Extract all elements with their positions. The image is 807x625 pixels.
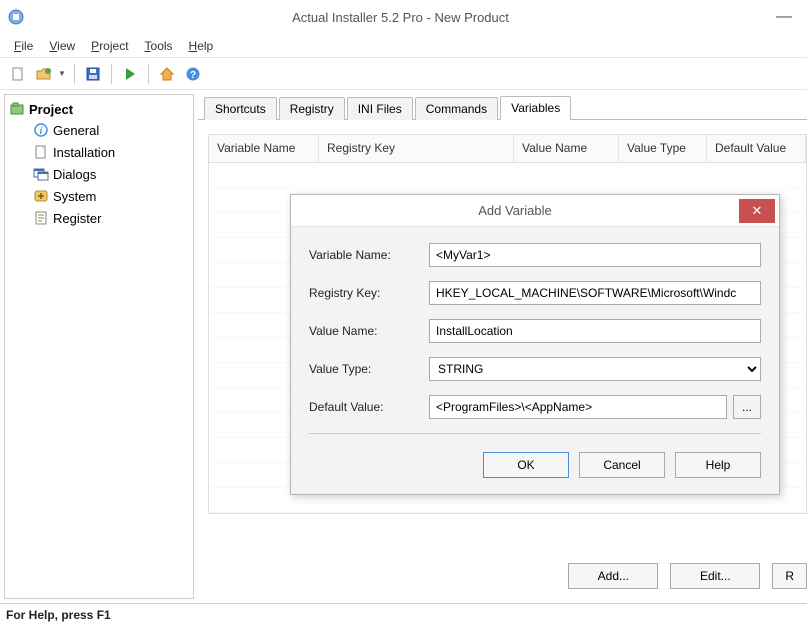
ok-button[interactable]: OK [483, 452, 569, 478]
info-icon: i [33, 122, 49, 138]
input-registry-key[interactable] [429, 281, 761, 305]
input-variable-name[interactable] [429, 243, 761, 267]
label-value-type: Value Type: [309, 362, 429, 376]
project-tree: Project i General Installation Dialogs S [4, 94, 194, 599]
col-value-name[interactable]: Value Name [514, 135, 619, 162]
run-button[interactable] [120, 64, 140, 84]
statusbar: For Help, press F1 [0, 603, 807, 625]
window-titlebar: Actual Installer 5.2 Pro - New Product — [0, 0, 807, 34]
tree-item-general[interactable]: i General [31, 119, 191, 141]
register-icon [33, 210, 49, 226]
label-default-value: Default Value: [309, 400, 429, 414]
menu-help[interactable]: Help [183, 37, 220, 55]
window-title: Actual Installer 5.2 Pro - New Product [32, 10, 769, 25]
grid-button-row: Add... Edit... R [568, 563, 807, 589]
select-value-type[interactable]: STRING [429, 357, 761, 381]
tab-commands[interactable]: Commands [415, 97, 498, 120]
app-icon [8, 9, 24, 25]
cancel-button[interactable]: Cancel [579, 452, 665, 478]
svg-text:?: ? [190, 70, 196, 81]
dialog-titlebar[interactable]: Add Variable ✕ [291, 195, 779, 227]
minimize-button[interactable]: — [769, 8, 799, 26]
tab-shortcuts[interactable]: Shortcuts [204, 97, 277, 120]
menu-file[interactable]: File [8, 37, 39, 55]
svg-text:i: i [40, 126, 43, 137]
open-dropdown-icon[interactable]: ▼ [58, 69, 66, 78]
help-button[interactable]: ? [183, 64, 203, 84]
dialog-separator [309, 433, 761, 434]
add-button[interactable]: Add... [568, 563, 658, 589]
toolbar-separator [148, 64, 149, 84]
home-button[interactable] [157, 64, 177, 84]
tab-registry[interactable]: Registry [279, 97, 345, 120]
close-icon[interactable]: ✕ [739, 199, 775, 223]
label-value-name: Value Name: [309, 324, 429, 338]
project-icon [9, 101, 25, 117]
col-value-type[interactable]: Value Type [619, 135, 707, 162]
open-button[interactable] [34, 64, 54, 84]
dialog-title: Add Variable [291, 203, 739, 218]
toolbar: ▼ ? [0, 58, 807, 90]
input-default-value[interactable] [429, 395, 727, 419]
menubar: File View Project Tools Help [0, 34, 807, 58]
tree-root-project[interactable]: Project [7, 99, 191, 119]
label-variable-name: Variable Name: [309, 248, 429, 262]
col-variable-name[interactable]: Variable Name [209, 135, 319, 162]
grid-header: Variable Name Registry Key Value Name Va… [209, 135, 806, 163]
status-text: For Help, press F1 [6, 608, 111, 622]
system-icon [33, 188, 49, 204]
dialogs-icon [33, 166, 49, 182]
tree-item-system[interactable]: System [31, 185, 191, 207]
save-button[interactable] [83, 64, 103, 84]
tab-variables[interactable]: Variables [500, 96, 571, 120]
tree-item-dialogs[interactable]: Dialogs [31, 163, 191, 185]
menu-project[interactable]: Project [85, 37, 134, 55]
browse-button[interactable]: ... [733, 395, 761, 419]
tab-ini-files[interactable]: INI Files [347, 97, 413, 120]
menu-tools[interactable]: Tools [139, 37, 179, 55]
new-button[interactable] [8, 64, 28, 84]
remove-button[interactable]: R [772, 563, 807, 589]
edit-button[interactable]: Edit... [670, 563, 760, 589]
col-registry-key[interactable]: Registry Key [319, 135, 514, 162]
toolbar-separator [74, 64, 75, 84]
tab-strip: Shortcuts Registry INI Files Commands Va… [198, 94, 807, 120]
input-value-name[interactable] [429, 319, 761, 343]
dialog-button-row: OK Cancel Help [291, 452, 779, 494]
col-default-value[interactable]: Default Value [707, 135, 806, 162]
label-registry-key: Registry Key: [309, 286, 429, 300]
tree-item-installation[interactable]: Installation [31, 141, 191, 163]
add-variable-dialog: Add Variable ✕ Variable Name: Registry K… [290, 194, 780, 495]
menu-view[interactable]: View [43, 37, 81, 55]
document-icon [33, 144, 49, 160]
dialog-help-button[interactable]: Help [675, 452, 761, 478]
toolbar-separator [111, 64, 112, 84]
tree-root-label: Project [29, 102, 73, 117]
tree-item-register[interactable]: Register [31, 207, 191, 229]
